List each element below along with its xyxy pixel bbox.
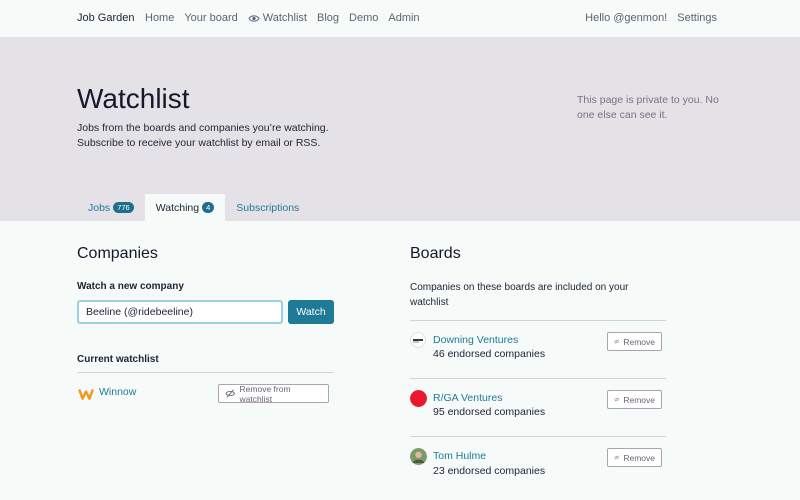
company-search-input[interactable] [77,300,283,324]
tab-watching[interactable]: Watching 4 [144,194,226,221]
nav-blog[interactable]: Blog [317,12,339,24]
page-title: Watchlist [77,83,190,114]
top-nav: Job Garden Home Your board Watchlist Blo… [0,0,800,38]
remove-board-button[interactable]: Remove [607,448,662,467]
nav-right: Hello @genmon! Settings [585,12,717,24]
user-greeting[interactable]: Hello @genmon! [585,12,667,24]
divider [410,378,666,379]
remove-from-watchlist-button[interactable]: Remove from watchlist [218,383,329,404]
boards-heading: Boards [410,245,461,262]
board-count: 46 endorsed companies [433,348,546,360]
board-link-tom-hulme[interactable]: Tom Hulme [433,450,486,462]
boards-description: Companies on these boards are included o… [410,282,629,308]
nav-home[interactable]: Home [145,12,174,24]
remove-label: Remove [623,394,655,405]
eye-slash-icon [614,455,620,460]
divider [410,436,666,437]
tab-watching-badge: 4 [202,202,215,213]
divider [410,320,666,321]
tom-hulme-avatar [410,448,427,465]
company-link-winnow[interactable]: Winnow [99,386,136,398]
privacy-note: This page is private to you. No one else… [577,94,719,121]
tab-jobs[interactable]: Jobs 776 [77,194,145,221]
eye-icon [248,14,260,22]
watch-company-label: Watch a new company [77,281,184,292]
nav-watchlist[interactable]: Watchlist [248,12,307,24]
board-count: 23 endorsed companies [433,465,546,477]
tab-subscriptions[interactable]: Subscriptions [225,194,310,221]
watch-button[interactable]: Watch [288,300,334,324]
board-link-rga-ventures[interactable]: R/GA Ventures [433,392,502,404]
eye-slash-icon [614,397,620,402]
eye-slash-icon [225,389,236,398]
rga-ventures-logo-icon [410,390,427,407]
subtitle-line-1: Jobs from the boards and companies you’r… [77,122,329,134]
tab-bar: Jobs 776 Watching 4 Subscriptions [77,194,310,221]
nav-admin[interactable]: Admin [388,12,419,24]
nav-settings[interactable]: Settings [677,12,717,24]
nav-your-board[interactable]: Your board [184,12,237,24]
divider [77,372,334,373]
tab-subscriptions-label: Subscriptions [236,201,300,214]
tab-jobs-label: Jobs [88,201,111,214]
tab-jobs-badge: 776 [113,202,134,213]
remove-board-button[interactable]: Remove [607,390,662,409]
remove-label: Remove [623,336,655,347]
brand-link[interactable]: Job Garden [77,12,134,24]
board-count: 95 endorsed companies [433,406,546,418]
winnow-logo-icon [78,388,94,400]
page-subtitle: Jobs from the boards and companies you’r… [77,121,347,151]
nav-demo[interactable]: Demo [349,12,378,24]
current-watchlist-label: Current watchlist [77,354,159,365]
page-header: Watchlist Jobs from the boards and compa… [0,38,800,221]
remove-from-watchlist-label: Remove from watchlist [239,383,291,404]
board-link-downing-ventures[interactable]: Downing Ventures [433,334,518,346]
tab-watching-label: Watching [155,201,200,214]
eye-slash-icon [614,339,620,344]
nav-links: Home Your board Watchlist Blog Demo Admi… [145,12,430,24]
nav-watchlist-label: Watchlist [262,12,307,24]
subtitle-line-2: Subscribe to receive your watchlist by e… [77,137,321,149]
downing-ventures-logo-icon [410,332,426,348]
remove-board-button[interactable]: Remove [607,332,662,351]
remove-label: Remove [623,452,655,463]
companies-heading: Companies [77,245,158,262]
